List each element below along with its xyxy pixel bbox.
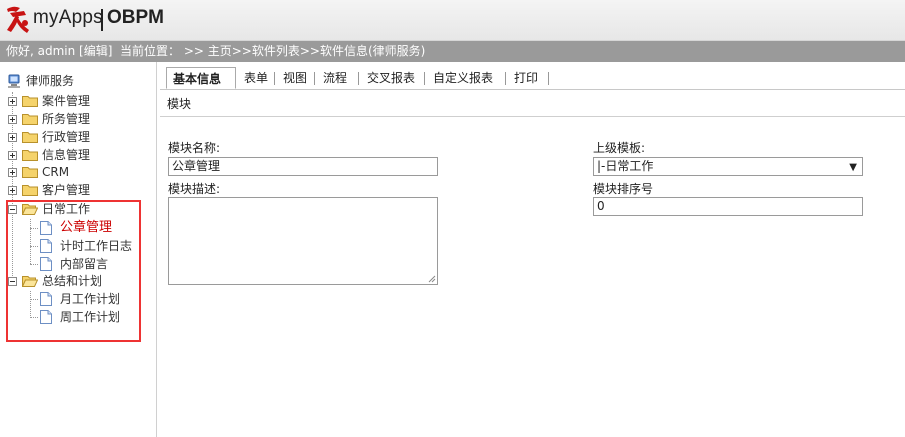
folder-icon	[22, 96, 38, 107]
app-title-divider	[101, 9, 103, 31]
expand-icon[interactable]	[8, 151, 17, 160]
computer-icon	[8, 74, 20, 88]
expand-icon[interactable]	[8, 168, 17, 177]
tree-item-label: CRM	[42, 165, 70, 179]
expand-icon[interactable]	[8, 115, 17, 124]
module-name-label: 模块名称:	[168, 141, 221, 155]
tree-item-label: 行政管理	[42, 130, 91, 144]
parent-module-select[interactable]: |-日常工作 ▼	[593, 157, 863, 176]
app-logo-icon	[7, 6, 29, 33]
dropdown-arrow-icon: ▼	[849, 162, 857, 173]
tab-basic-info[interactable]: 基本信息	[166, 67, 236, 89]
tab-crosstab-report[interactable]: 交叉报表	[361, 67, 421, 89]
tree-item-label: 客户管理	[42, 183, 91, 197]
expand-icon[interactable]	[8, 97, 17, 106]
tab-bar: 基本信息 表单 视图 流程 交叉报表 自定义报表 打印	[160, 67, 905, 90]
info-bar: 你好, admin [编辑] 当前位置： >> 主页>>软件列表>>软件信息(律…	[0, 41, 905, 62]
section-title: 模块	[167, 97, 192, 111]
folder-icon	[22, 167, 38, 178]
tab-workflow[interactable]: 流程	[317, 67, 353, 89]
expand-icon[interactable]	[8, 133, 17, 142]
tree-item-case-management[interactable]: 案件管理	[0, 92, 150, 110]
tab-custom-report[interactable]: 自定义报表	[427, 67, 499, 89]
user-greeting[interactable]: 你好, admin [编辑]	[6, 41, 112, 62]
tree-root-label: 律师服务	[26, 74, 75, 88]
folder-icon	[22, 132, 38, 143]
section-header: 模块	[160, 90, 905, 117]
folder-icon	[22, 150, 38, 161]
tab-divider	[505, 72, 506, 85]
resize-handle-icon[interactable]	[428, 275, 436, 283]
tree-item-label: 案件管理	[42, 94, 91, 108]
expand-icon[interactable]	[8, 186, 17, 195]
tree-item-info-management[interactable]: 信息管理	[0, 146, 150, 164]
module-desc-label: 模块描述:	[168, 182, 221, 196]
folder-icon	[22, 185, 38, 196]
module-name-input[interactable]: 公章管理	[168, 157, 438, 176]
tree-item-office-management[interactable]: 所务管理	[0, 110, 150, 128]
app-product-name: OBPM	[107, 7, 164, 28]
tab-divider	[274, 72, 275, 85]
module-order-label: 模块排序号	[593, 182, 654, 196]
tab-view[interactable]: 视图	[277, 67, 313, 89]
tab-divider	[314, 72, 315, 85]
tab-print[interactable]: 打印	[508, 67, 544, 89]
app-name: myApps	[33, 7, 103, 28]
breadcrumb: 当前位置： >> 主页>>软件列表>>软件信息(律师服务)	[120, 44, 426, 58]
tree-item-label: 所务管理	[42, 112, 91, 126]
tab-form[interactable]: 表单	[238, 67, 274, 89]
module-desc-textarea[interactable]	[168, 197, 438, 285]
tree-item-label: 信息管理	[42, 148, 91, 162]
highlight-annotation	[6, 200, 141, 342]
tab-divider	[424, 72, 425, 85]
tab-divider	[548, 72, 549, 85]
app-header: myApps OBPM	[0, 0, 905, 41]
tree-item-customer-management[interactable]: 客户管理	[0, 181, 150, 199]
parent-module-value: |-日常工作	[597, 159, 654, 173]
module-order-input[interactable]: 0	[593, 197, 863, 216]
tree-item-crm[interactable]: CRM	[0, 163, 150, 181]
tab-divider	[358, 72, 359, 85]
parent-module-label: 上级模板:	[593, 141, 646, 155]
tree-root[interactable]: 律师服务	[0, 72, 150, 90]
tree-item-admin-management[interactable]: 行政管理	[0, 128, 150, 146]
folder-icon	[22, 114, 38, 125]
